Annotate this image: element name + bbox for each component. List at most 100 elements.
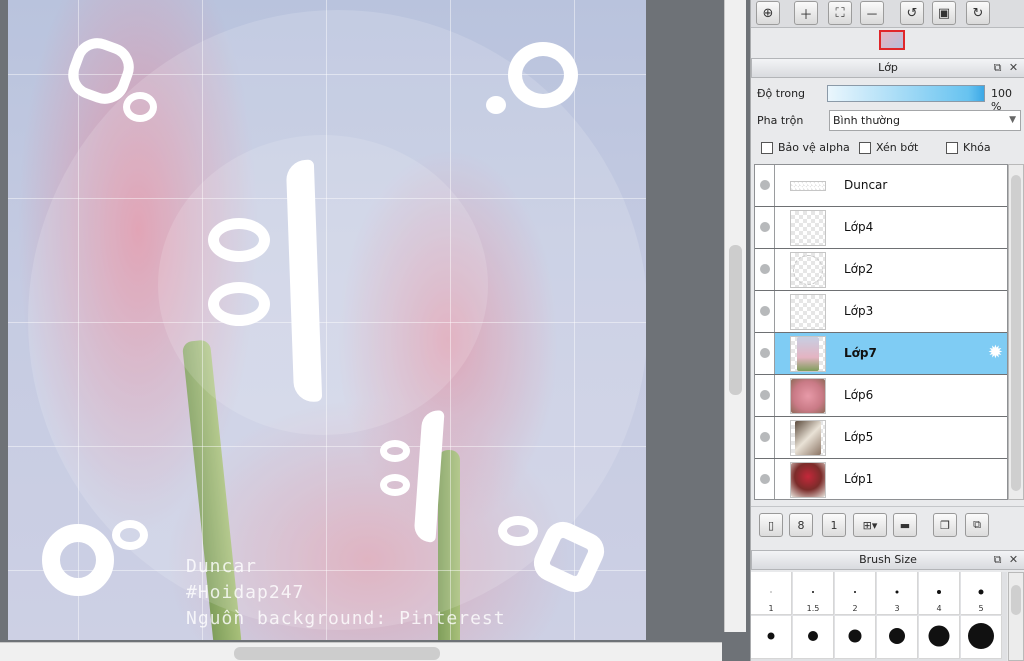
- layer-thumbnail: [790, 378, 826, 414]
- canvas-vertical-scrollbar[interactable]: [724, 0, 746, 632]
- app-window: Duncar #Hoidap247 Nguồn background: Pint…: [0, 0, 1024, 661]
- zoom-out-icon[interactable]: －: [860, 1, 884, 25]
- layer-thumbnail: [790, 336, 826, 372]
- deco-ring: [42, 524, 114, 596]
- layer-name: Lớp2: [844, 262, 874, 276]
- protect-alpha-checkbox[interactable]: Bảo vệ alpha: [761, 141, 850, 154]
- duplicate-layer-icon[interactable]: ❐: [933, 513, 957, 537]
- brush-size-cell[interactable]: [835, 616, 876, 659]
- layer-thumbnail: [790, 210, 826, 246]
- layer-row-selected[interactable]: Lớp7 ✹: [755, 333, 1007, 375]
- brush-size-cell[interactable]: 3: [877, 572, 918, 615]
- brush-dot: [968, 623, 994, 650]
- layer-name: Lớp7: [844, 346, 877, 360]
- brush-size-panel-header: Brush Size ⧉ ✕: [751, 550, 1024, 570]
- brush-size-cell[interactable]: [751, 616, 792, 659]
- layer-name: Lớp5: [844, 430, 874, 444]
- scrollbar-thumb[interactable]: [234, 647, 440, 660]
- visibility-toggle[interactable]: [755, 459, 775, 499]
- close-icon[interactable]: ✕: [1007, 553, 1020, 566]
- visibility-toggle[interactable]: [755, 291, 775, 332]
- canvas-horizontal-scrollbar[interactable]: [0, 642, 722, 661]
- add-layer-dropdown-icon[interactable]: ⊞▾: [853, 513, 887, 537]
- brush-size-cell[interactable]: 1.5: [793, 572, 834, 615]
- eye-icon: [760, 432, 770, 442]
- zoom-fit-icon[interactable]: ⊕: [756, 1, 780, 25]
- folder-icon[interactable]: ▬: [893, 513, 917, 537]
- brush-size-scrollbar[interactable]: [1008, 572, 1024, 661]
- thumbnail-art: [791, 379, 825, 413]
- merge-layer-icon[interactable]: ⧉: [965, 513, 989, 537]
- visibility-toggle[interactable]: [755, 165, 775, 206]
- layer-name: Duncar: [844, 178, 888, 192]
- checkbox-box[interactable]: [761, 141, 773, 154]
- layer-name: Lớp3: [844, 304, 874, 318]
- brush-size-label: 1.5: [806, 604, 820, 613]
- actual-size-icon[interactable]: ▣: [932, 1, 956, 25]
- scrollbar-thumb[interactable]: [1011, 585, 1021, 615]
- brush-size-cell[interactable]: [919, 616, 960, 659]
- layer-row[interactable]: Lớp4: [755, 207, 1007, 249]
- brush-size-cell[interactable]: [961, 616, 1002, 659]
- layer-row[interactable]: Lớp1: [755, 459, 1007, 499]
- visibility-toggle[interactable]: [755, 417, 775, 458]
- undock-icon[interactable]: ⧉: [991, 553, 1004, 566]
- scrollbar-thumb[interactable]: [729, 245, 742, 395]
- new-1bit-layer-icon[interactable]: 1: [822, 513, 846, 537]
- chevron-down-icon: ▼: [1009, 115, 1016, 125]
- layer-row[interactable]: Lớp5: [755, 417, 1007, 459]
- brush-dot: [770, 591, 772, 593]
- deco-ring: [498, 516, 538, 546]
- new-layer-icon[interactable]: ▯: [759, 513, 783, 537]
- brush-size-cell[interactable]: 5: [961, 572, 1002, 615]
- visibility-toggle[interactable]: [755, 375, 775, 416]
- new-8bit-layer-icon[interactable]: 8: [789, 513, 813, 537]
- opacity-row: Độ trong 100 %: [757, 84, 1021, 113]
- fit-window-icon[interactable]: ⛶: [828, 1, 852, 25]
- layer-row[interactable]: Lớp2: [755, 249, 1007, 291]
- clipping-checkbox[interactable]: Xén bớt: [859, 141, 918, 154]
- lock-checkbox[interactable]: Khóa: [946, 141, 991, 154]
- right-panel: ⊕ ＋ ⛶ － ↺ ▣ ↻ Lớp ⧉ ✕ Độ trong 100 % Pha…: [750, 0, 1024, 661]
- checkbox-box[interactable]: [946, 141, 958, 154]
- brush-size-label: 2: [852, 604, 858, 613]
- visibility-toggle[interactable]: [755, 249, 775, 290]
- navigator-thumbnail[interactable]: [879, 30, 905, 50]
- thumbnail-art: [793, 255, 823, 285]
- brush-size-grid: 1 1.5 2 3 4 5: [751, 572, 1007, 661]
- close-icon[interactable]: ✕: [1007, 61, 1020, 74]
- brush-size-cell[interactable]: [877, 616, 918, 659]
- brush-size-label: 1: [768, 604, 774, 613]
- deco-ring: [208, 282, 270, 326]
- deco-ring: [112, 520, 148, 550]
- watermark-line: #Hoidap247: [186, 582, 305, 603]
- layer-row[interactable]: Lớp3: [755, 291, 1007, 333]
- layer-row[interactable]: Duncar: [755, 165, 1007, 207]
- scrollbar-thumb[interactable]: [1011, 175, 1021, 491]
- brush-dot: [937, 590, 941, 595]
- blend-mode-select[interactable]: Bình thường ▼: [829, 110, 1021, 131]
- opacity-slider[interactable]: [827, 85, 985, 102]
- undock-icon[interactable]: ⧉: [991, 61, 1004, 74]
- brush-size-cell[interactable]: 2: [835, 572, 876, 615]
- brush-size-label: 5: [978, 604, 984, 613]
- checkbox-box[interactable]: [859, 141, 871, 154]
- protect-alpha-label: Bảo vệ alpha: [778, 141, 850, 154]
- thumbnail-art: [797, 337, 819, 371]
- visibility-toggle[interactable]: [755, 207, 775, 248]
- layer-list-scrollbar[interactable]: [1008, 164, 1024, 500]
- zoom-in-icon[interactable]: ＋: [794, 1, 818, 25]
- gear-icon[interactable]: ✹: [988, 343, 1003, 363]
- layer-thumbnail: [790, 252, 826, 288]
- drawing-canvas[interactable]: Duncar #Hoidap247 Nguồn background: Pint…: [8, 0, 646, 640]
- brush-size-cell[interactable]: [793, 616, 834, 659]
- rotate-right-icon[interactable]: ↻: [966, 1, 990, 25]
- brush-size-cell[interactable]: 4: [919, 572, 960, 615]
- layer-row[interactable]: Lớp6: [755, 375, 1007, 417]
- rotate-left-icon[interactable]: ↺: [900, 1, 924, 25]
- deco-ring: [123, 92, 157, 122]
- layer-thumbnail: [790, 181, 826, 191]
- visibility-toggle[interactable]: [755, 333, 775, 374]
- layers-panel-header: Lớp ⧉ ✕: [751, 58, 1024, 78]
- brush-size-cell[interactable]: 1: [751, 572, 792, 615]
